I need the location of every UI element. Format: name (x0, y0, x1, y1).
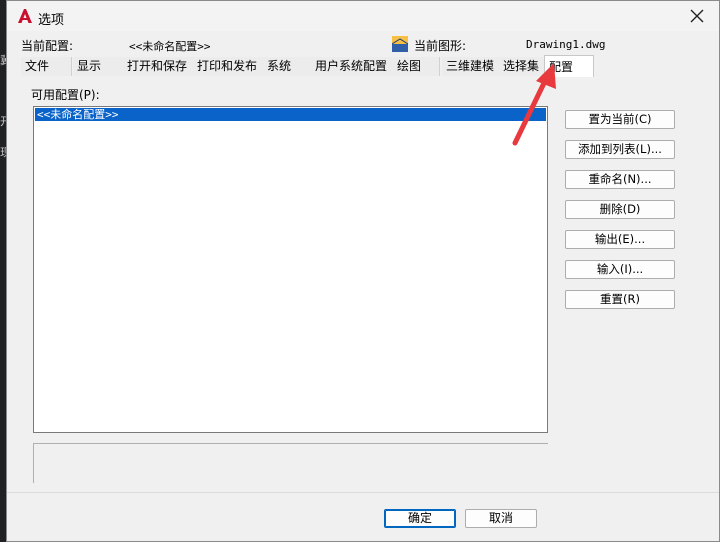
tab-system[interactable]: 系统 (263, 57, 314, 76)
tab-open-save[interactable]: 打开和保存 (123, 57, 194, 76)
footer-divider (7, 492, 719, 493)
reset-button[interactable]: 重置(R) (565, 290, 675, 309)
tab-files[interactable]: 文件 (21, 57, 72, 76)
title-bar: 选项 (7, 1, 719, 31)
cancel-button[interactable]: 取消 (465, 509, 537, 528)
current-drawing-label: 当前图形: (414, 39, 467, 53)
list-item[interactable]: <<未命名配置>> (35, 108, 546, 121)
set-current-button[interactable]: 置为当前(C) (565, 110, 675, 129)
close-icon[interactable] (687, 6, 707, 26)
profiles-listbox[interactable]: <<未命名配置>> (33, 106, 548, 433)
delete-button[interactable]: 删除(D) (565, 200, 675, 219)
options-dialog: 选项 当前配置: <<未命名配置>> 当前图形: Drawing1.dwg 文件… (6, 0, 720, 542)
tab-3d-modeling[interactable]: 三维建模 (442, 57, 501, 76)
add-to-list-button[interactable]: 添加到列表(L)... (565, 140, 675, 159)
ok-button[interactable]: 确定 (384, 509, 456, 528)
tab-user-preferences[interactable]: 用户系统配置 (311, 57, 394, 76)
profile-description-box (33, 443, 548, 483)
tab-drafting[interactable]: 绘图 (393, 57, 440, 76)
tab-bar: 文件 显示 打开和保存 打印和发布 系统 用户系统配置 绘图 三维建模 选择集 … (21, 55, 594, 78)
current-profile-label: 当前配置: (21, 39, 74, 53)
import-button[interactable]: 输入(I)... (565, 260, 675, 279)
tab-display[interactable]: 显示 (73, 57, 124, 76)
tab-plot-publish[interactable]: 打印和发布 (193, 57, 264, 76)
tab-profiles[interactable]: 配置 (544, 55, 594, 78)
dialog-title: 选项 (38, 13, 65, 28)
current-drawing-value: Drawing1.dwg (526, 38, 606, 51)
rename-button[interactable]: 重命名(N)... (565, 170, 675, 189)
tab-selection[interactable]: 选择集 (499, 57, 548, 76)
autocad-logo-icon (18, 9, 32, 23)
available-profiles-label: 可用配置(P): (31, 88, 100, 102)
export-button[interactable]: 输出(E)... (565, 230, 675, 249)
current-profile-value: <<未命名配置>> (129, 40, 211, 53)
drawing-file-icon (392, 36, 408, 52)
